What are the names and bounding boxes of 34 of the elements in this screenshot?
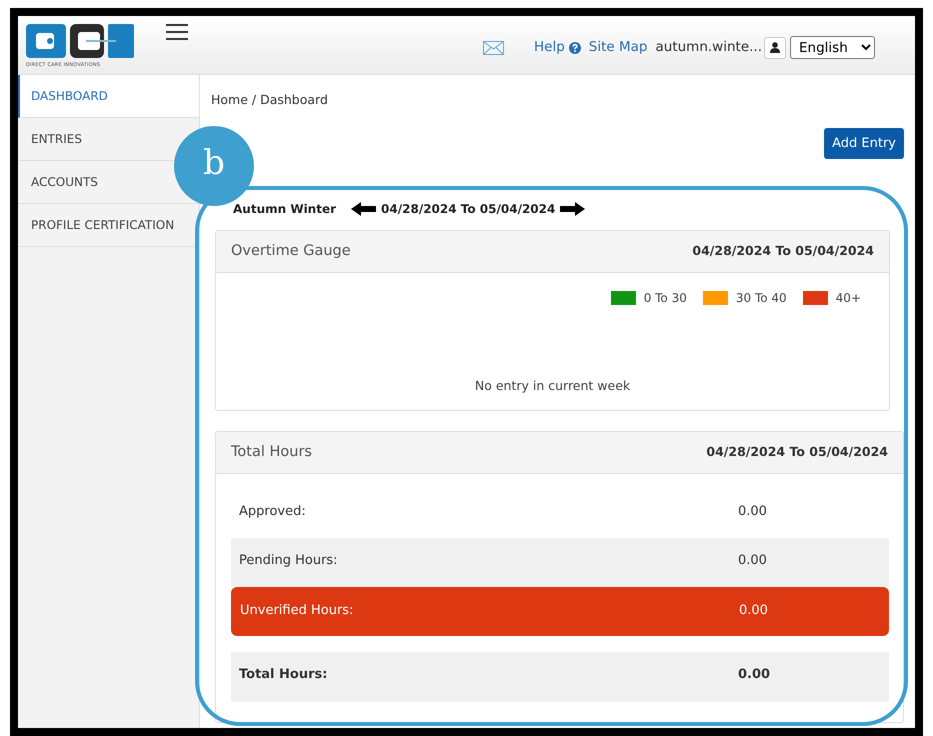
language-select[interactable]: English xyxy=(790,36,875,59)
card-title: Overtime Gauge xyxy=(231,242,351,261)
breadcrumb: Home / Dashboard xyxy=(211,91,329,109)
sidebar-item[interactable]: ACCOUNTS xyxy=(31,173,98,191)
hours-label: Pending Hours: xyxy=(239,552,339,570)
header-link[interactable]: Help xyxy=(534,37,581,58)
legend-label: 40+ xyxy=(836,290,861,308)
left-arrow-icon[interactable] xyxy=(351,202,376,216)
right-arrow-icon[interactable] xyxy=(560,202,586,216)
sidebar-item[interactable]: PROFILE CERTIFICATION xyxy=(31,216,174,234)
hours-label: Approved: xyxy=(239,503,307,521)
sidebar-item[interactable]: ENTRIES xyxy=(31,130,82,148)
hours-label: Total Hours: xyxy=(239,666,328,684)
card-title: Total Hours xyxy=(231,442,312,462)
help-icon xyxy=(568,42,581,54)
legend-label: 30 To 40 xyxy=(736,290,787,308)
hours-value: 0.00 xyxy=(739,602,768,620)
hours-value: 0.00 xyxy=(738,666,770,684)
date-range: 04/28/2024 To 05/04/2024 xyxy=(706,443,888,462)
hours-label: Unverified Hours: xyxy=(240,602,354,620)
week-range: 04/28/2024 To 05/04/2024 xyxy=(381,201,556,218)
legend-label: 0 To 30 xyxy=(644,290,687,308)
hours-value: 0.00 xyxy=(738,552,767,570)
add-entry-button[interactable]: Add Entry xyxy=(824,128,904,160)
user-name: autumn.winte... xyxy=(656,38,762,58)
user-button[interactable] xyxy=(764,36,786,58)
sidebar-item[interactable]: DASHBOARD xyxy=(31,87,108,105)
logo-icon[interactable] xyxy=(26,24,134,58)
empty-message: No entry in current week xyxy=(474,377,632,396)
menu-icon[interactable] xyxy=(166,24,188,40)
header-link[interactable]: Site Map xyxy=(588,37,648,58)
person-icon xyxy=(770,42,780,53)
hours-value: 0.00 xyxy=(738,503,767,521)
date-range: 04/28/2024 To 05/04/2024 xyxy=(692,242,874,260)
